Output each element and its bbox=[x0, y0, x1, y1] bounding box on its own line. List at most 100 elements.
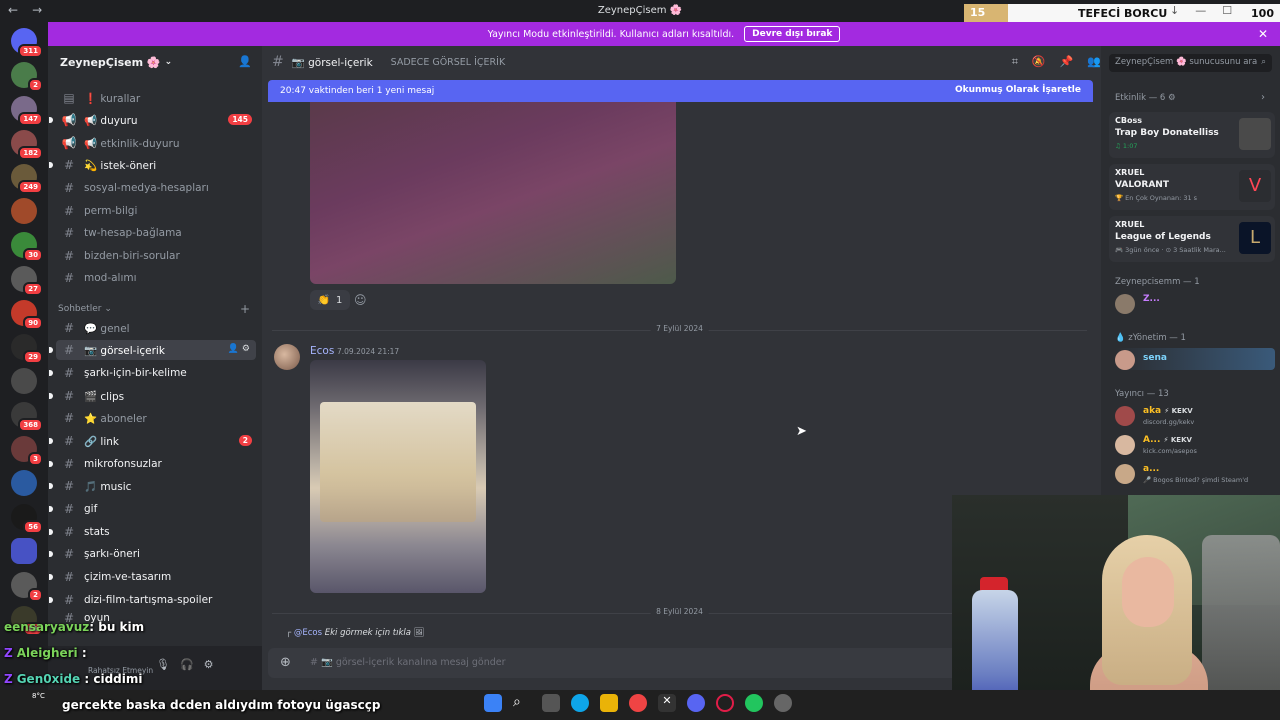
x-icon[interactable]: ✕ bbox=[658, 694, 676, 712]
app-icon[interactable] bbox=[774, 694, 792, 712]
server-icon[interactable] bbox=[11, 198, 37, 224]
minimize-icon[interactable]: — bbox=[1195, 4, 1206, 17]
channel-sarki-icin[interactable]: # şarkı-için-bir-kelime bbox=[49, 363, 256, 383]
spotify-icon[interactable] bbox=[745, 694, 763, 712]
reply-preview[interactable]: ┌ @Ecos Eki görmek için tıkla 🖼 bbox=[286, 628, 424, 638]
opera-icon[interactable] bbox=[716, 694, 734, 712]
close-icon[interactable]: ✕ bbox=[1258, 27, 1268, 41]
server-icon[interactable]: 29 bbox=[11, 334, 43, 364]
member-item[interactable]: sena bbox=[1115, 348, 1275, 370]
activity-card[interactable]: XRUEL VALORANT 🏆 En Çok Oynanan: 31 s V bbox=[1109, 164, 1275, 210]
member-list-icon[interactable]: 👥 bbox=[1087, 55, 1101, 69]
download-icon[interactable]: ↓ bbox=[1170, 4, 1179, 17]
server-icon[interactable]: 90 bbox=[11, 300, 43, 330]
server-icon[interactable]: 147 bbox=[11, 96, 43, 126]
server-icon[interactable]: 27 bbox=[11, 266, 43, 296]
server-icon[interactable] bbox=[11, 368, 37, 394]
disable-button[interactable]: Devre dışı bırak bbox=[744, 26, 841, 42]
channel-mod-alimi[interactable]: # mod-alımı bbox=[56, 268, 256, 288]
server-icon[interactable] bbox=[11, 470, 37, 496]
dm-home-icon[interactable]: 311 bbox=[11, 28, 43, 58]
add-attachment-icon[interactable]: ⊕ bbox=[280, 655, 291, 670]
hash-icon: # bbox=[63, 389, 75, 403]
server-icon[interactable]: 368 bbox=[11, 402, 43, 432]
member-item[interactable]: a... 🎤 Bogos Binted? şimdi Steam'd bbox=[1115, 462, 1275, 484]
headphones-icon[interactable]: 🎧 bbox=[180, 658, 194, 671]
server-icon[interactable]: 56 bbox=[11, 504, 43, 534]
server-icon[interactable]: 81 bbox=[11, 606, 43, 636]
chrome-icon[interactable] bbox=[629, 694, 647, 712]
channel-gif[interactable]: # gif bbox=[49, 499, 256, 519]
role-header: Yayıncı — 13 bbox=[1115, 389, 1169, 399]
channel-perm-bilgi[interactable]: # perm-bilgi bbox=[56, 201, 256, 221]
taskbar: 8°C ⌕ ✕ bbox=[0, 690, 1280, 720]
notification-bell-icon[interactable]: 🔕 bbox=[1032, 55, 1046, 69]
channel-music[interactable]: # 🎵 music bbox=[49, 476, 256, 496]
channel-clips[interactable]: # 🎬 clips bbox=[49, 386, 256, 406]
gear-icon[interactable]: ⚙ bbox=[204, 658, 214, 671]
microphone-icon[interactable]: 🎙 bbox=[156, 658, 170, 671]
channel-gorsel-icerik[interactable]: # 📷 görsel-içerik 👤 ⚙ bbox=[49, 340, 256, 360]
task-view-icon[interactable] bbox=[542, 694, 560, 712]
windows-start-icon[interactable] bbox=[484, 694, 502, 712]
channel-bizden-biri[interactable]: # bizden-biri-sorular bbox=[56, 246, 256, 266]
server-icon[interactable]: 182 bbox=[11, 130, 43, 160]
channel-stats[interactable]: # stats bbox=[49, 522, 256, 542]
search-input[interactable]: ZeynepÇisem 🌸 sunucusunu ara ⌕ bbox=[1109, 54, 1272, 72]
member-item[interactable]: Z... bbox=[1115, 292, 1275, 314]
activity-card[interactable]: CBoss Trap Boy Donatelliss ♫ 1:07 bbox=[1109, 112, 1275, 158]
channel-dizi-film[interactable]: # dizi-film-tartışma-spoiler bbox=[49, 590, 256, 610]
guild-header[interactable]: ZeynepÇisem 🌸 ⌄ 👤 bbox=[48, 46, 262, 78]
channel-etkinlik-duyuru[interactable]: 📢 📢 etkinlik-duyuru bbox=[56, 133, 256, 153]
folder-icon[interactable] bbox=[11, 538, 37, 564]
channel-aboneler[interactable]: # ⭐ aboneler bbox=[56, 408, 256, 428]
member-item[interactable]: A... ⚡ KEKV kick.com/asepos bbox=[1115, 433, 1275, 455]
reply-mention[interactable]: @Ecos bbox=[294, 628, 322, 638]
server-icon[interactable]: 2 bbox=[11, 572, 43, 602]
channel-duyuru[interactable]: 📢 📢 duyuru 145 bbox=[49, 110, 256, 130]
user-panel: Rahatsız Etmeyin 🎙 🎧 ⚙ bbox=[48, 646, 262, 690]
attachment-image[interactable] bbox=[310, 102, 676, 284]
channel-kurallar[interactable]: ▤ ❗ kurallar bbox=[56, 88, 256, 108]
channel-genel[interactable]: # 💬 genel bbox=[56, 318, 256, 338]
channel-istek-oneri[interactable]: # 💫 istek-öneri bbox=[49, 155, 256, 175]
channel-cizim[interactable]: # çizim-ve-tasarım bbox=[49, 567, 256, 587]
server-icon[interactable]: 30 bbox=[11, 232, 43, 262]
hash-icon: # bbox=[63, 158, 75, 172]
threads-icon[interactable]: ⌗ bbox=[1012, 55, 1018, 69]
new-messages-bar[interactable]: 20:47 vaktinden beri 1 yeni mesaj Okunmu… bbox=[268, 80, 1093, 102]
pin-icon[interactable]: 📌 bbox=[1060, 55, 1074, 69]
attachment-image[interactable] bbox=[310, 360, 486, 593]
member-item[interactable]: aka ⚡ KEKV discord.gg/kekv bbox=[1115, 404, 1275, 426]
message-author[interactable]: Ecos bbox=[310, 345, 334, 357]
server-icon[interactable]: 3 bbox=[11, 436, 43, 466]
channel-settings-icon[interactable]: 👤 ⚙ bbox=[228, 344, 250, 354]
channel-link[interactable]: # 🔗 link 2 bbox=[49, 431, 256, 451]
channel-sarki-oneri[interactable]: # şarkı-öneri bbox=[49, 544, 256, 564]
add-channel-icon[interactable]: + bbox=[240, 302, 250, 316]
search-icon[interactable]: ⌕ bbox=[513, 694, 531, 712]
reaction-clap[interactable]: 👏 1 bbox=[310, 290, 350, 310]
hash-icon: # bbox=[63, 593, 75, 607]
avatar[interactable] bbox=[274, 344, 300, 370]
server-icon[interactable]: 2 bbox=[11, 62, 43, 92]
activity-header[interactable]: Etkinlik — 6 ⚙ › bbox=[1115, 92, 1265, 103]
edge-icon[interactable] bbox=[571, 694, 589, 712]
activity-card[interactable]: XRUEL League of Legends 🎮 3gün önce · ⊙ … bbox=[1109, 216, 1275, 262]
chevron-right-icon[interactable]: › bbox=[1261, 92, 1265, 103]
channel-tw-hesap[interactable]: # tw-hesap-bağlama bbox=[56, 223, 256, 243]
weather-widget[interactable]: 8°C bbox=[32, 692, 45, 700]
channel-oyun[interactable]: # oyun bbox=[56, 612, 256, 624]
category-sohbetler[interactable]: Sohbetler ⌄ bbox=[58, 304, 112, 314]
mark-read-button[interactable]: Okunmuş Olarak İşaretle bbox=[955, 85, 1081, 95]
channel-sosyal-medya[interactable]: # sosyal-medya-hesapları bbox=[56, 178, 256, 198]
invite-icon[interactable]: 👤 bbox=[238, 55, 252, 68]
taskbar-icons: ⌕ ✕ bbox=[484, 694, 792, 712]
file-explorer-icon[interactable] bbox=[600, 694, 618, 712]
server-icon[interactable]: 249 bbox=[11, 164, 43, 194]
maximize-icon[interactable]: ☐ bbox=[1222, 4, 1232, 17]
add-reaction-icon[interactable]: ☺ bbox=[354, 293, 367, 307]
channel-mikrofonsuzlar[interactable]: # mikrofonsuzlar bbox=[49, 454, 256, 474]
search-icon: ⌕ bbox=[1261, 57, 1266, 67]
discord-icon[interactable] bbox=[687, 694, 705, 712]
